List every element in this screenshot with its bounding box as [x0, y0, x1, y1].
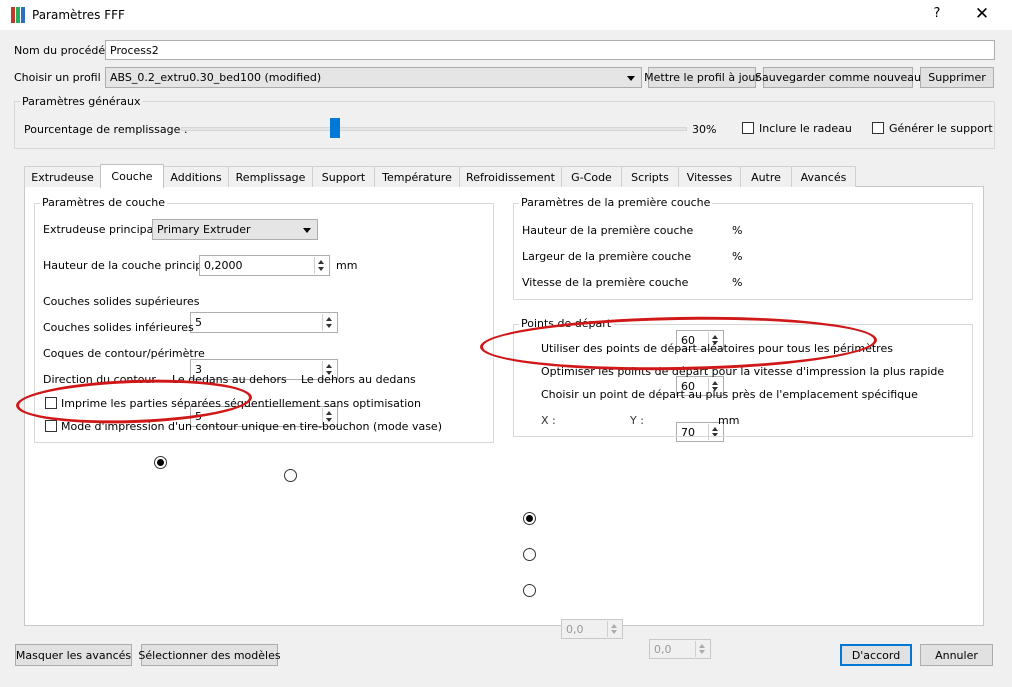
app-icon-stripe	[16, 7, 20, 23]
first-layer-height-label: Hauteur de la première couche	[522, 224, 694, 237]
chevron-down-icon	[627, 75, 635, 81]
top-layers-spinbox[interactable]: 5	[190, 312, 338, 333]
start-random-label: Utiliser des points de départ aléatoires…	[541, 342, 893, 355]
spin-down-icon	[699, 650, 705, 654]
app-icon	[11, 7, 25, 23]
tab-layer[interactable]: Couche	[100, 164, 164, 188]
start-specific-label: Choisir un point de départ au plus près …	[541, 388, 918, 401]
spin-up-icon	[611, 624, 617, 628]
top-layers-value: 5	[195, 316, 202, 329]
start-points-group	[513, 324, 973, 437]
sequential-label: Imprime les parties séparées séquentiell…	[61, 397, 421, 410]
tab-advanced[interactable]: Avancés	[791, 166, 856, 187]
main-extruder-value: Primary Extruder	[157, 223, 251, 236]
tab-scripts[interactable]: Scripts	[621, 166, 679, 187]
infill-slider-track[interactable]	[181, 127, 687, 131]
vase-mode-checkbox[interactable]	[45, 420, 57, 432]
tab-temperature[interactable]: Température	[374, 166, 460, 187]
profile-label: Choisir un profil :	[14, 71, 108, 84]
start-specific-radio[interactable]	[523, 584, 536, 597]
chevron-down-icon	[303, 227, 311, 233]
first-layer-speed-unit: %	[732, 276, 743, 289]
tab-gcode[interactable]: G-Code	[561, 166, 622, 187]
direction-label: Direction du contour	[43, 373, 156, 386]
infill-slider-handle[interactable]	[330, 118, 340, 138]
first-layer-title: Paramètres de la première couche	[519, 196, 713, 209]
spin-up-icon[interactable]	[326, 317, 332, 321]
support-label: Générer le support	[889, 122, 993, 135]
start-points-title: Points de départ	[519, 317, 614, 330]
help-icon[interactable]: ?	[926, 4, 948, 24]
layer-height-unit: mm	[336, 259, 358, 272]
layer-height-label: Hauteur de la couche principale	[43, 259, 219, 272]
app-icon-stripe	[21, 7, 25, 23]
direction-inside-out-label: Le dedans au dehors	[172, 373, 287, 386]
spin-down-icon[interactable]	[326, 324, 332, 328]
hide-advanced-button[interactable]: Masquer les avancés	[15, 644, 132, 666]
tab-cooling[interactable]: Refroidissement	[459, 166, 562, 187]
vase-mode-label: Mode d'impression d'un contour unique en…	[61, 420, 442, 433]
profile-select[interactable]: ABS_0.2_extru0.30_bed100 (modified)	[105, 67, 642, 88]
layer-height-value: 0,2000	[204, 259, 243, 272]
start-y-label: Y :	[630, 414, 644, 427]
start-xy-unit: mm	[718, 414, 740, 427]
process-name-label: Nom du procédé :	[14, 44, 113, 57]
first-layer-speed-label: Vitesse de la première couche	[522, 276, 689, 289]
select-models-button[interactable]: Sélectionner des modèles	[138, 644, 281, 666]
start-y-spinbox[interactable]: 0,0	[649, 639, 711, 659]
start-random-radio[interactable]	[523, 512, 536, 525]
layer-settings-title: Paramètres de couche	[40, 196, 167, 209]
process-name-input[interactable]: Process2	[105, 40, 995, 60]
start-x-spinbox[interactable]: 0,0	[561, 619, 623, 639]
direction-inside-out-radio[interactable]	[154, 456, 167, 469]
general-settings-title: Paramètres généraux	[20, 95, 143, 108]
start-optimize-label: Optimiser les points de départ pour la v…	[541, 365, 945, 378]
bottom-layers-label: Couches solides inférieures	[43, 321, 194, 334]
tab-extruder[interactable]: Extrudeuse	[24, 166, 101, 187]
first-layer-width-label: Largeur de la première couche	[522, 250, 692, 263]
support-checkbox[interactable]	[872, 122, 884, 134]
first-layer-width-unit: %	[732, 250, 743, 263]
save-as-new-button[interactable]: Sauvegarder comme nouveau	[755, 67, 921, 88]
app-icon-stripe	[11, 7, 15, 23]
start-optimize-radio[interactable]	[523, 548, 536, 561]
title-bar	[0, 0, 1012, 30]
layer-height-spinbox[interactable]: 0,2000	[199, 255, 330, 276]
raft-checkbox[interactable]	[742, 122, 754, 134]
spin-up-icon[interactable]	[326, 364, 332, 368]
tab-speeds[interactable]: Vitesses	[678, 166, 741, 187]
infill-value: 30%	[692, 123, 717, 136]
tab-other[interactable]: Autre	[740, 166, 792, 187]
spin-down-icon[interactable]	[318, 267, 324, 271]
close-icon[interactable]: ✕	[968, 3, 996, 25]
delete-profile-button[interactable]: Supprimer	[920, 67, 994, 88]
sequential-checkbox[interactable]	[45, 397, 57, 409]
main-extruder-select[interactable]: Primary Extruder	[152, 219, 318, 240]
direction-outside-in-radio[interactable]	[284, 469, 297, 482]
top-layers-label: Couches solides supérieures	[43, 295, 200, 308]
spin-up-icon[interactable]	[326, 411, 332, 415]
start-x-label: X :	[541, 414, 556, 427]
update-profile-button[interactable]: Mettre le profil à jour	[644, 67, 760, 88]
profile-select-value: ABS_0.2_extru0.30_bed100 (modified)	[110, 71, 322, 84]
start-y-value: 0,0	[654, 642, 672, 656]
window-title: Paramètres FFF	[32, 8, 125, 22]
infill-label: Pourcentage de remplissage :	[24, 123, 188, 136]
tab-infill[interactable]: Remplissage	[228, 166, 313, 187]
spin-up-icon	[699, 644, 705, 648]
tab-support[interactable]: Support	[312, 166, 375, 187]
ok-button[interactable]: D'accord	[840, 644, 912, 666]
tab-additions[interactable]: Additions	[163, 166, 229, 187]
main-extruder-label: Extrudeuse principale	[43, 223, 164, 236]
cancel-button[interactable]: Annuler	[920, 644, 993, 666]
perimeters-label: Coques de contour/périmètre	[43, 347, 205, 360]
spin-down-icon	[611, 630, 617, 634]
direction-outside-in-label: Le dehors au dedans	[301, 373, 416, 386]
raft-label: Inclure le radeau	[759, 122, 852, 135]
start-x-value: 0,0	[566, 622, 584, 636]
spin-up-icon[interactable]	[318, 260, 324, 264]
first-layer-height-unit: %	[732, 224, 743, 237]
